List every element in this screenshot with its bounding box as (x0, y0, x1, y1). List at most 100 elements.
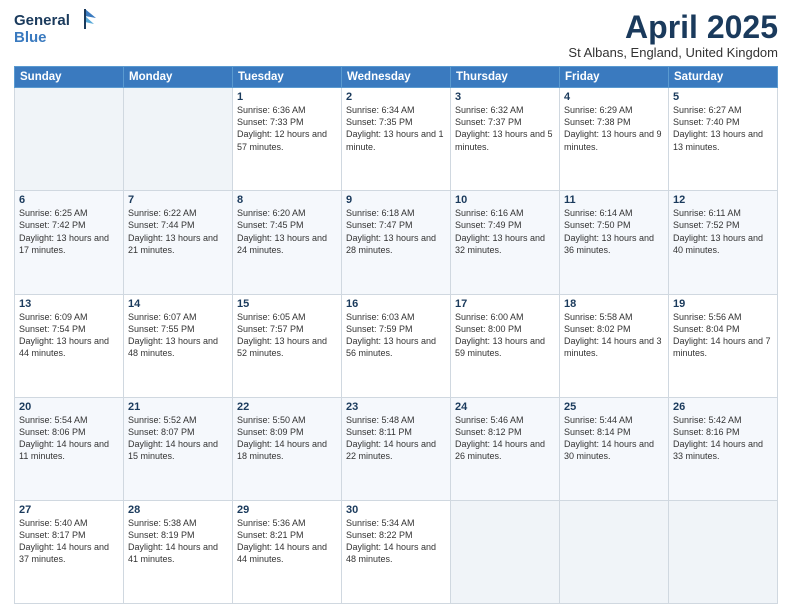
calendar-cell: 25Sunrise: 5:44 AM Sunset: 8:14 PM Dayli… (560, 397, 669, 500)
calendar-cell: 2Sunrise: 6:34 AM Sunset: 7:35 PM Daylig… (342, 88, 451, 191)
calendar-cell: 12Sunrise: 6:11 AM Sunset: 7:52 PM Dayli… (669, 191, 778, 294)
day-number: 16 (346, 298, 446, 310)
calendar-page: General Blue April 2025 St Albans, Engla… (0, 0, 792, 612)
day-number: 26 (673, 401, 773, 413)
calendar-cell (15, 88, 124, 191)
week-row-3: 13Sunrise: 6:09 AM Sunset: 7:54 PM Dayli… (15, 294, 778, 397)
logo-icon (72, 6, 98, 32)
day-number: 15 (237, 298, 337, 310)
week-row-1: 1Sunrise: 6:36 AM Sunset: 7:33 PM Daylig… (15, 88, 778, 191)
day-number: 19 (673, 298, 773, 310)
day-number: 4 (564, 91, 664, 103)
week-row-5: 27Sunrise: 5:40 AM Sunset: 8:17 PM Dayli… (15, 500, 778, 603)
day-info: Sunrise: 5:52 AM Sunset: 8:07 PM Dayligh… (128, 414, 228, 463)
day-info: Sunrise: 6:00 AM Sunset: 8:00 PM Dayligh… (455, 311, 555, 360)
day-number: 17 (455, 298, 555, 310)
day-info: Sunrise: 6:18 AM Sunset: 7:47 PM Dayligh… (346, 207, 446, 256)
day-number: 29 (237, 504, 337, 516)
calendar-cell: 9Sunrise: 6:18 AM Sunset: 7:47 PM Daylig… (342, 191, 451, 294)
day-number: 30 (346, 504, 446, 516)
day-number: 28 (128, 504, 228, 516)
calendar-cell: 6Sunrise: 6:25 AM Sunset: 7:42 PM Daylig… (15, 191, 124, 294)
calendar-cell: 10Sunrise: 6:16 AM Sunset: 7:49 PM Dayli… (451, 191, 560, 294)
day-info: Sunrise: 6:14 AM Sunset: 7:50 PM Dayligh… (564, 207, 664, 256)
week-row-4: 20Sunrise: 5:54 AM Sunset: 8:06 PM Dayli… (15, 397, 778, 500)
logo: General Blue (14, 10, 98, 46)
day-number: 2 (346, 91, 446, 103)
header-row: SundayMondayTuesdayWednesdayThursdayFrid… (15, 67, 778, 88)
day-info: Sunrise: 5:42 AM Sunset: 8:16 PM Dayligh… (673, 414, 773, 463)
day-info: Sunrise: 6:09 AM Sunset: 7:54 PM Dayligh… (19, 311, 119, 360)
day-info: Sunrise: 5:46 AM Sunset: 8:12 PM Dayligh… (455, 414, 555, 463)
calendar-cell: 28Sunrise: 5:38 AM Sunset: 8:19 PM Dayli… (124, 500, 233, 603)
header-day-thursday: Thursday (451, 67, 560, 88)
calendar-cell (560, 500, 669, 603)
day-info: Sunrise: 6:29 AM Sunset: 7:38 PM Dayligh… (564, 104, 664, 153)
day-number: 11 (564, 194, 664, 206)
calendar-cell: 24Sunrise: 5:46 AM Sunset: 8:12 PM Dayli… (451, 397, 560, 500)
calendar-cell (451, 500, 560, 603)
day-info: Sunrise: 5:56 AM Sunset: 8:04 PM Dayligh… (673, 311, 773, 360)
logo-text: General (14, 12, 70, 29)
header-day-monday: Monday (124, 67, 233, 88)
calendar-cell: 19Sunrise: 5:56 AM Sunset: 8:04 PM Dayli… (669, 294, 778, 397)
day-info: Sunrise: 6:34 AM Sunset: 7:35 PM Dayligh… (346, 104, 446, 153)
day-info: Sunrise: 6:03 AM Sunset: 7:59 PM Dayligh… (346, 311, 446, 360)
day-info: Sunrise: 6:25 AM Sunset: 7:42 PM Dayligh… (19, 207, 119, 256)
day-number: 8 (237, 194, 337, 206)
calendar-cell: 1Sunrise: 6:36 AM Sunset: 7:33 PM Daylig… (233, 88, 342, 191)
calendar-cell: 22Sunrise: 5:50 AM Sunset: 8:09 PM Dayli… (233, 397, 342, 500)
day-number: 3 (455, 91, 555, 103)
header-day-tuesday: Tuesday (233, 67, 342, 88)
calendar-cell: 27Sunrise: 5:40 AM Sunset: 8:17 PM Dayli… (15, 500, 124, 603)
day-number: 5 (673, 91, 773, 103)
calendar-cell: 17Sunrise: 6:00 AM Sunset: 8:00 PM Dayli… (451, 294, 560, 397)
day-info: Sunrise: 6:27 AM Sunset: 7:40 PM Dayligh… (673, 104, 773, 153)
header-day-friday: Friday (560, 67, 669, 88)
calendar-cell: 11Sunrise: 6:14 AM Sunset: 7:50 PM Dayli… (560, 191, 669, 294)
calendar-cell: 7Sunrise: 6:22 AM Sunset: 7:44 PM Daylig… (124, 191, 233, 294)
calendar-cell: 4Sunrise: 6:29 AM Sunset: 7:38 PM Daylig… (560, 88, 669, 191)
month-title: April 2025 (568, 10, 778, 45)
day-info: Sunrise: 5:48 AM Sunset: 8:11 PM Dayligh… (346, 414, 446, 463)
day-number: 6 (19, 194, 119, 206)
calendar-cell (669, 500, 778, 603)
day-info: Sunrise: 5:50 AM Sunset: 8:09 PM Dayligh… (237, 414, 337, 463)
location-text: St Albans, England, United Kingdom (568, 45, 778, 60)
calendar-cell (124, 88, 233, 191)
day-info: Sunrise: 6:32 AM Sunset: 7:37 PM Dayligh… (455, 104, 555, 153)
day-info: Sunrise: 6:11 AM Sunset: 7:52 PM Dayligh… (673, 207, 773, 256)
calendar-cell: 29Sunrise: 5:36 AM Sunset: 8:21 PM Dayli… (233, 500, 342, 603)
day-info: Sunrise: 5:34 AM Sunset: 8:22 PM Dayligh… (346, 517, 446, 566)
day-info: Sunrise: 5:44 AM Sunset: 8:14 PM Dayligh… (564, 414, 664, 463)
day-number: 23 (346, 401, 446, 413)
day-number: 1 (237, 91, 337, 103)
day-info: Sunrise: 5:36 AM Sunset: 8:21 PM Dayligh… (237, 517, 337, 566)
day-number: 13 (19, 298, 119, 310)
calendar-cell: 8Sunrise: 6:20 AM Sunset: 7:45 PM Daylig… (233, 191, 342, 294)
calendar-table: SundayMondayTuesdayWednesdayThursdayFrid… (14, 66, 778, 604)
calendar-cell: 13Sunrise: 6:09 AM Sunset: 7:54 PM Dayli… (15, 294, 124, 397)
calendar-cell: 20Sunrise: 5:54 AM Sunset: 8:06 PM Dayli… (15, 397, 124, 500)
calendar-cell: 5Sunrise: 6:27 AM Sunset: 7:40 PM Daylig… (669, 88, 778, 191)
day-info: Sunrise: 5:38 AM Sunset: 8:19 PM Dayligh… (128, 517, 228, 566)
calendar-cell: 3Sunrise: 6:32 AM Sunset: 7:37 PM Daylig… (451, 88, 560, 191)
header-day-saturday: Saturday (669, 67, 778, 88)
header-day-wednesday: Wednesday (342, 67, 451, 88)
calendar-cell: 16Sunrise: 6:03 AM Sunset: 7:59 PM Dayli… (342, 294, 451, 397)
day-info: Sunrise: 6:07 AM Sunset: 7:55 PM Dayligh… (128, 311, 228, 360)
day-number: 24 (455, 401, 555, 413)
day-info: Sunrise: 6:36 AM Sunset: 7:33 PM Dayligh… (237, 104, 337, 153)
calendar-cell: 18Sunrise: 5:58 AM Sunset: 8:02 PM Dayli… (560, 294, 669, 397)
day-info: Sunrise: 6:16 AM Sunset: 7:49 PM Dayligh… (455, 207, 555, 256)
day-number: 25 (564, 401, 664, 413)
day-info: Sunrise: 6:20 AM Sunset: 7:45 PM Dayligh… (237, 207, 337, 256)
header-day-sunday: Sunday (15, 67, 124, 88)
day-number: 9 (346, 194, 446, 206)
page-header: General Blue April 2025 St Albans, Engla… (14, 10, 778, 60)
day-number: 7 (128, 194, 228, 206)
calendar-cell: 21Sunrise: 5:52 AM Sunset: 8:07 PM Dayli… (124, 397, 233, 500)
day-info: Sunrise: 5:58 AM Sunset: 8:02 PM Dayligh… (564, 311, 664, 360)
day-number: 22 (237, 401, 337, 413)
day-number: 27 (19, 504, 119, 516)
